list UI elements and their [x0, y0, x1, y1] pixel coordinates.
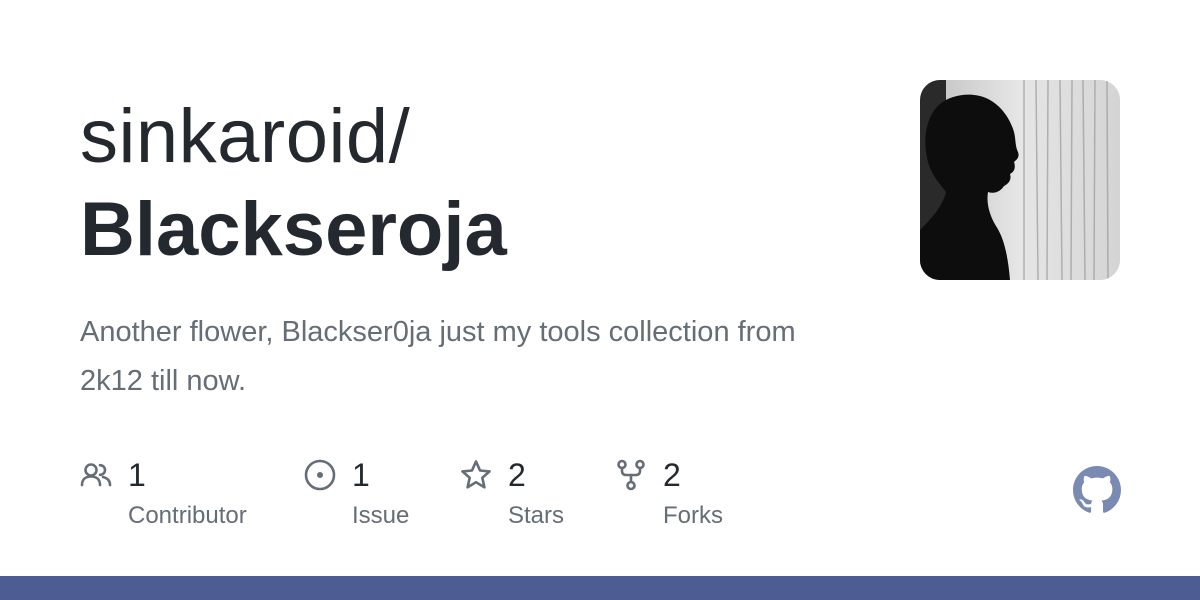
github-logo-icon[interactable]: [1073, 466, 1121, 514]
forks-count: 2: [663, 457, 681, 493]
issues-count: 1: [352, 457, 370, 493]
avatar-silhouette-image: [920, 80, 1120, 280]
issues-label: Issue: [352, 502, 410, 529]
star-icon: [461, 460, 491, 489]
issue-icon: [304, 459, 336, 491]
people-icon: [80, 463, 112, 487]
repo-owner[interactable]: sinkaroid/: [80, 92, 880, 182]
contributors-label: Contributor: [128, 502, 247, 529]
contributors-count: 1: [128, 457, 146, 493]
stars-label: Stars: [508, 502, 565, 529]
stars-count: 2: [508, 457, 526, 493]
repo-name[interactable]: Blackseroja: [80, 182, 880, 278]
fork-icon: [617, 459, 645, 491]
owner-avatar[interactable]: [920, 80, 1120, 280]
repo-description: Another flower, Blackser0ja just my tool…: [80, 316, 796, 397]
forks-label: Forks: [663, 502, 723, 529]
repo-title: sinkaroid/ Blackseroja: [80, 92, 880, 278]
bottom-accent-bar: [0, 576, 1200, 600]
